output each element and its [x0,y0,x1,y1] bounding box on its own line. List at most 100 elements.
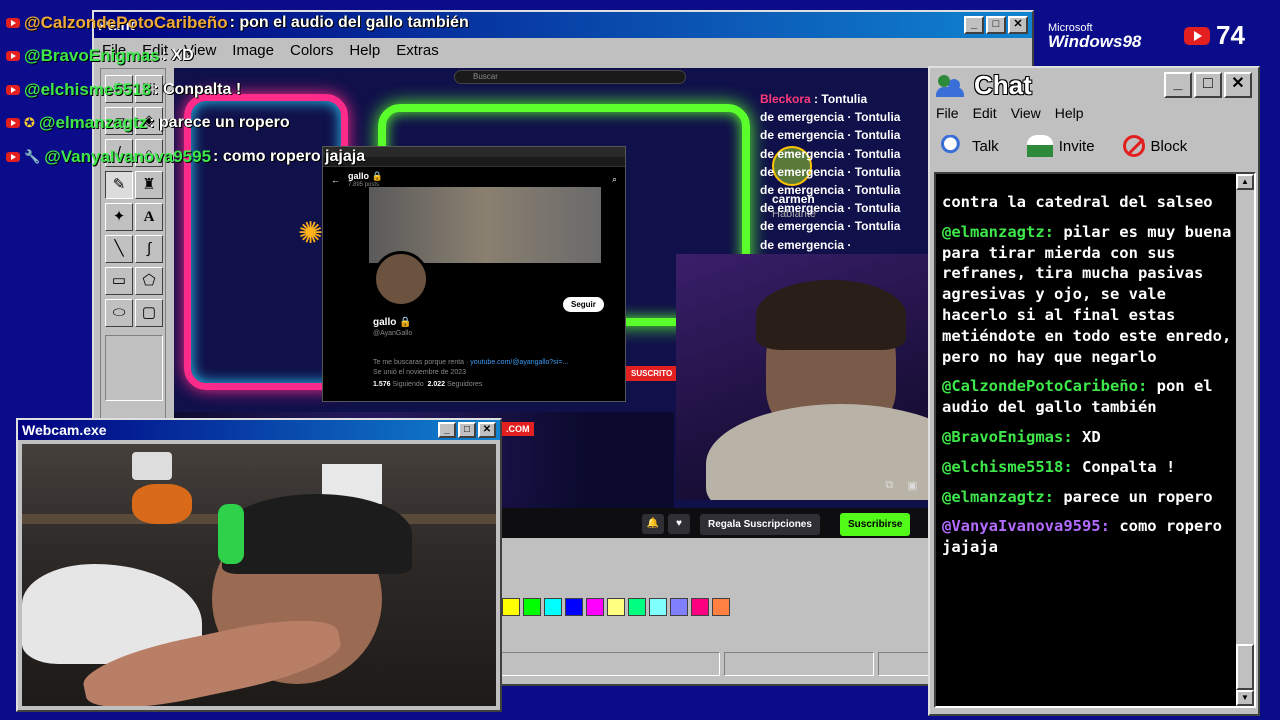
x-profile-stats: 1.576 Siguiendo 2.022 Seguidores [373,381,482,388]
overlay-chat-user: @elchisme5518 [24,79,152,99]
youtube-icon [1184,26,1210,45]
close-button[interactable]: ✕ [478,422,496,438]
status-cell [500,652,720,676]
followers-count: 2.022 [427,381,446,388]
palette-color[interactable] [712,598,730,616]
overlay-chat-user: @VanyaIvanova9595 [44,146,212,166]
chat-message: @BravoEnigmas: XD [942,427,1234,448]
following-count: 1.576 [373,381,391,388]
pencil-icon[interactable]: ✎ [105,171,133,199]
stream-chat-line: de emergencia · Tontulia [760,183,901,198]
stream-chat-line: de emergencia · Tontulia [760,164,901,179]
overlay-chat-line: ✪ @elmanzagtz : parece un ropero [0,107,560,141]
x-link-url[interactable]: youtube.com/@ayangallo?si=... [470,359,568,366]
heart-icon[interactable]: ♥ [668,514,690,534]
windows98-logo: Microsoft Windows98 [1048,22,1141,52]
color-palette [502,598,730,616]
chat-scrollbar[interactable]: ▲ ▼ [1236,174,1254,706]
chat-message: @elmanzagtz: pilar es muy buena para tir… [942,222,1234,368]
chat-message: contra la catedral del salseo [942,192,1234,213]
lock-icon[interactable]: ▣ [907,479,917,492]
minimize-button[interactable]: _ [438,422,456,438]
chat-message-text: pilar es muy buena para tirar mierda con… [942,222,1232,366]
play-button-plaque [132,452,172,480]
block-icon [1122,135,1145,157]
overlay-chat-user: @elmanzagtz [38,113,148,133]
curve-icon[interactable]: ∫ [135,235,163,263]
invite-icon [1026,135,1053,157]
chat-message-text: Conpalta ! [1072,457,1176,476]
brush-icon[interactable]: ♜ [135,171,163,199]
maximize-button[interactable]: □ [458,422,476,438]
chat-message-user: @BravoEnigmas: [942,427,1073,446]
chat-message-user: @VanyaIvanova9595: [942,517,1110,536]
chat-message-text: parece un ropero [1053,487,1213,506]
menu-edit[interactable]: Edit [973,105,997,121]
youtube-icon [6,51,20,62]
chat-message-user: @elmanzagtz: [942,487,1054,506]
chat-toolbar: Talk Invite Block [930,124,1258,168]
talk-button[interactable]: Talk [940,135,999,157]
ellipse-icon[interactable]: ⬭ [105,299,133,327]
following-label: Siguiendo [392,381,424,388]
chat-message-user: @elmanzagtz: [942,222,1054,241]
chat-titlebar[interactable]: Chat _ □ ✕ [930,68,1258,102]
tool-options[interactable] [105,335,163,401]
palette-color[interactable] [586,598,604,616]
overlay-chat-line: @CalzondePotoCaribeño : pon el audio del… [0,6,560,40]
headset [218,504,244,564]
webcam-titlebar[interactable]: Webcam.exe _ □ ✕ [18,420,500,440]
rounded-rect-icon[interactable]: ▢ [135,299,163,327]
status-cell [724,652,874,676]
chat-window: Chat _ □ ✕ File Edit View Help Talk Invi… [928,66,1260,716]
close-button[interactable]: ✕ [1008,16,1028,34]
back-arrow-icon[interactable]: ← [331,175,340,185]
x-link-prefix: Te me buscaras porque renta [373,359,465,366]
chat-message: @VanyaIvanova9595: como ropero jajaja [942,516,1234,558]
stream-chat-line: Bleckora : Tontulia [760,92,868,106]
palette-color[interactable] [523,598,541,616]
close-button[interactable]: ✕ [1224,72,1252,98]
chat-log[interactable]: contra la catedral del salseo @elmanzagt… [934,172,1256,708]
overlay-chat-msg: : como ropero jajaja [213,147,366,165]
scroll-down-icon[interactable]: ▼ [1236,690,1254,706]
scroll-up-icon[interactable]: ▲ [1236,174,1254,190]
airbrush-icon[interactable]: ✦ [105,203,133,231]
x-search-icon[interactable]: ⌕ [612,174,617,185]
x-profile-handle: @AyanGallo [373,330,413,337]
stream-chat-user: Bleckora [760,92,811,106]
stream-chat-line: de emergencia · Tontulia [760,110,901,125]
menu-view[interactable]: View [1011,105,1041,121]
palette-color[interactable] [544,598,562,616]
chat-message-user: @CalzondePotoCaribeño: [942,377,1148,396]
follow-button[interactable]: Seguir [563,297,604,312]
palette-color[interactable] [670,598,688,616]
maximize-button[interactable]: □ [1194,72,1222,98]
line-icon[interactable]: ╲ [105,235,133,263]
text-icon[interactable]: A [135,203,163,231]
maximize-button[interactable]: □ [986,16,1006,34]
suscrito-badge: SUSCRITO [626,366,678,381]
palette-color[interactable] [691,598,709,616]
palette-color[interactable] [502,598,520,616]
rectangle-icon[interactable]: ▭ [105,267,133,295]
gift-subs-button[interactable]: Regala Suscripciones [700,514,820,535]
minimize-button[interactable]: _ [964,16,984,34]
scroll-thumb[interactable] [1236,644,1254,690]
palette-color[interactable] [607,598,625,616]
bell-icon[interactable]: 🔔 [642,514,664,534]
pip-icon[interactable]: ⧉ [885,479,893,492]
menu-help[interactable]: Help [1055,105,1084,121]
polygon-icon[interactable]: ⬠ [135,267,163,295]
palette-color[interactable] [565,598,583,616]
subscribe-button[interactable]: Suscribirse [840,513,911,536]
menu-file[interactable]: File [936,105,959,121]
palette-color[interactable] [628,598,646,616]
block-button[interactable]: Block [1122,135,1187,157]
stream-chat-line: de emergencia · Tontulia [760,128,901,143]
invite-button[interactable]: Invite [1026,135,1095,157]
minimize-button[interactable]: _ [1164,72,1192,98]
youtube-icon [6,118,20,129]
stream-chat: Bleckora : Tontulia de emergencia · Tont… [760,90,920,254]
palette-color[interactable] [649,598,667,616]
